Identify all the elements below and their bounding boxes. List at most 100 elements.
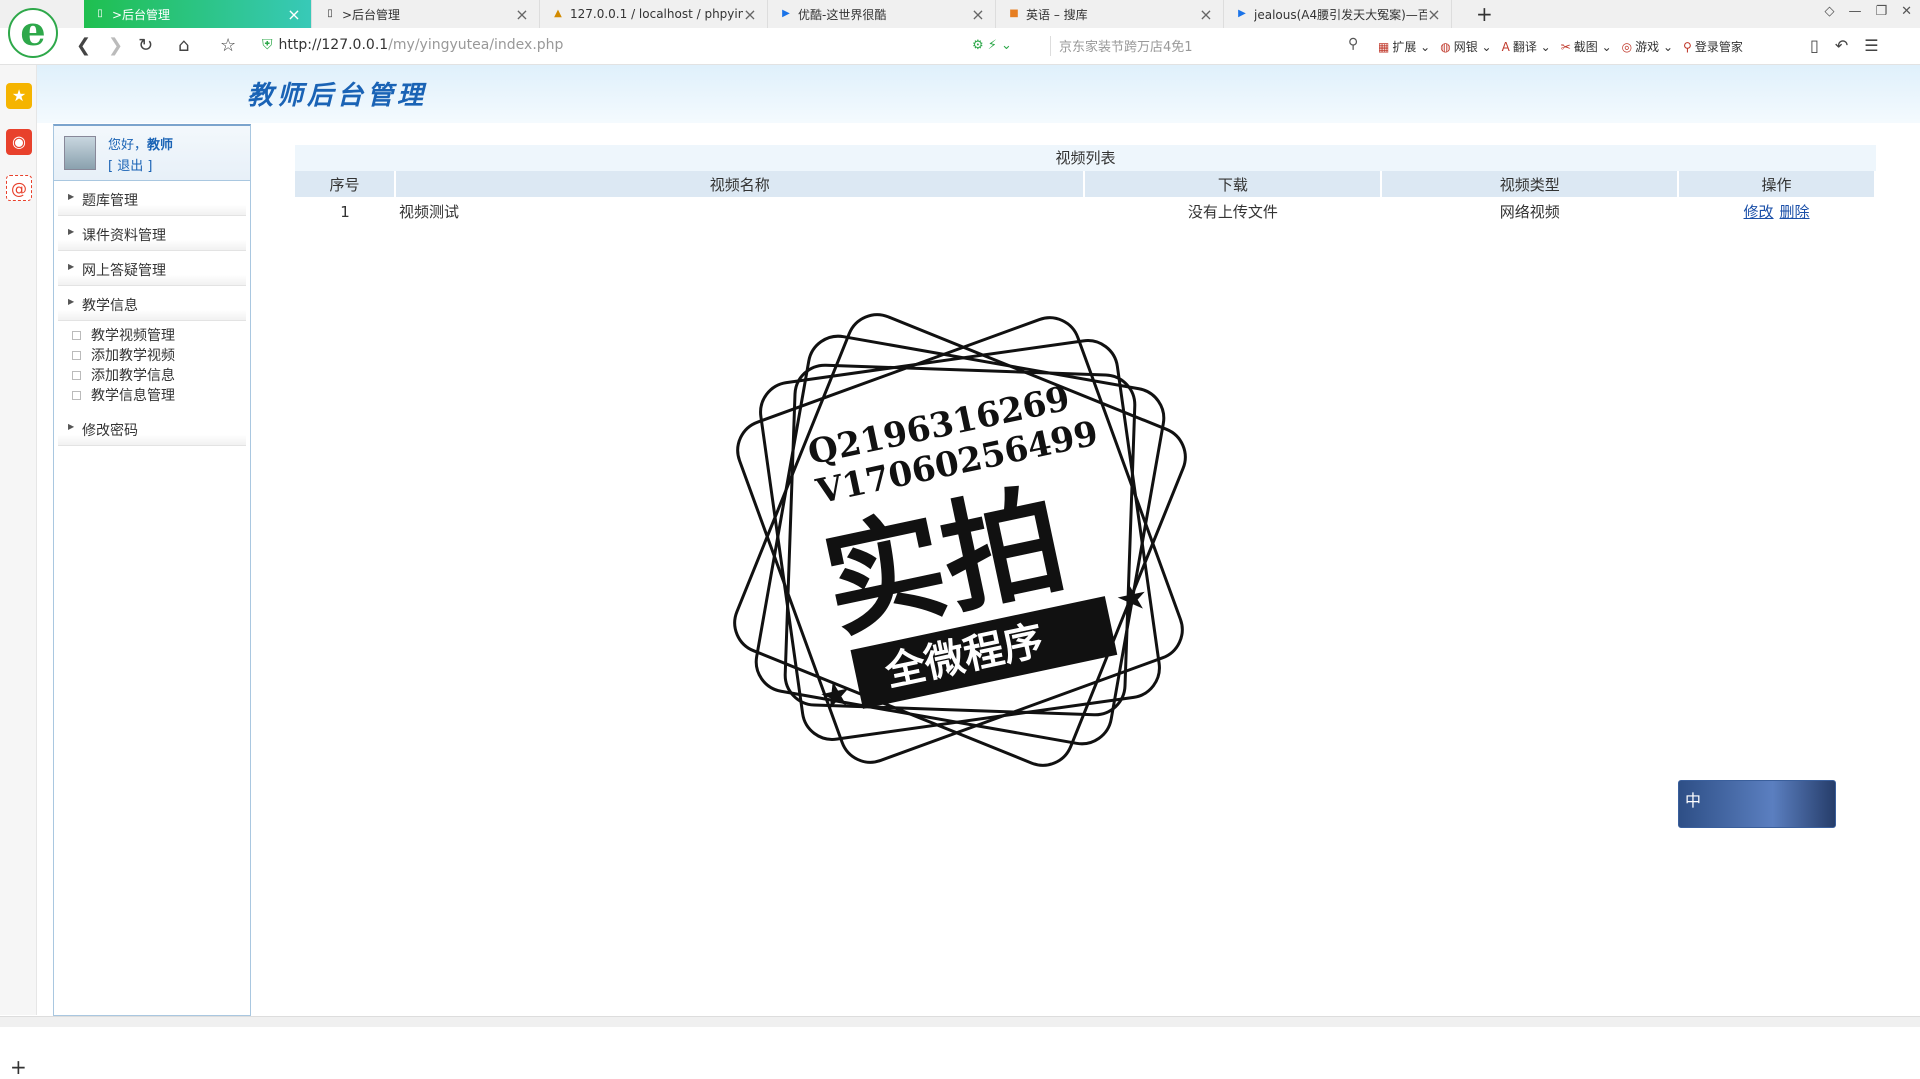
greeting: 您好，教师	[108, 138, 174, 153]
add-icon[interactable]: +	[10, 1055, 27, 1079]
header-no: 序号	[295, 171, 396, 197]
cell-no: 1	[340, 202, 350, 221]
tab-admin-active[interactable]: ▯ >后台管理 ×	[84, 0, 312, 28]
close-window-icon[interactable]: ✕	[1901, 4, 1912, 19]
key-icon: ⚲	[1683, 40, 1692, 54]
home-icon[interactable]: ⌂	[178, 36, 189, 56]
submenu-teaching-info: 教学视频管理 添加教学视频 添加教学信息 教学信息管理	[54, 321, 250, 411]
watermark-stamp: Q2196316269 V17060256499 实拍 全微程序 ★ ★	[733, 313, 1187, 767]
menu-icon[interactable]: ☰	[1864, 36, 1878, 55]
triangle-right-icon: ▶	[68, 227, 75, 236]
close-icon[interactable]: ×	[743, 5, 757, 24]
close-icon[interactable]: ×	[971, 5, 985, 24]
close-icon[interactable]: ×	[515, 5, 529, 24]
new-tab-button[interactable]: +	[1476, 2, 1493, 26]
weibo-icon[interactable]: ◉	[6, 129, 32, 155]
header-banner: 教师后台管理	[37, 65, 1920, 123]
sidebar-item-label: 题库管理	[82, 193, 138, 209]
toolbar-translate[interactable]: A 翻译 ⌄	[1502, 38, 1551, 55]
phpmyadmin-icon: ▲	[554, 8, 562, 19]
tab-phpmyadmin[interactable]: ▲ 127.0.0.1 / localhost / phpying ×	[542, 0, 768, 28]
header-download: 下载	[1084, 171, 1383, 197]
gamepad-icon: ◎	[1621, 40, 1633, 54]
browser-logo[interactable]: e	[8, 8, 58, 58]
bookmark-star-icon[interactable]: ☆	[220, 36, 236, 56]
toolbar-bank[interactable]: ◍ 网银 ⌄	[1440, 38, 1491, 55]
logout-link[interactable]: [ 退出 ]	[108, 155, 152, 174]
toolbar-extensions[interactable]: ▦ 扩展 ⌄	[1378, 38, 1430, 55]
navigation-bar: ❮ ❯ ↻ ⌂ ☆ ⛨ http://127.0.0.1/my/yingyute…	[0, 28, 1920, 65]
undo-icon[interactable]: ↶	[1835, 36, 1848, 55]
header-type: 视频类型	[1381, 171, 1680, 197]
submenu-item-video-manage[interactable]: 教学视频管理	[72, 325, 250, 345]
tab-jealous[interactable]: ▶ jealous(A4腰引发天大冤案)—百 ×	[1226, 0, 1452, 28]
tab-title: 优酷-这世界很酷	[798, 7, 887, 22]
search-icon[interactable]: ⚲	[1348, 36, 1358, 52]
edit-link[interactable]: 修改	[1744, 203, 1774, 221]
sidebar: 您好，教师 [ 退出 ] ▶ 题库管理 ▶ 课件资料管理 ▶ 网上答疑管理 ▶ …	[53, 124, 251, 1016]
star-icon: ★	[1112, 576, 1152, 623]
delete-link[interactable]: 删除	[1780, 203, 1810, 221]
sidebar-item-courseware[interactable]: ▶ 课件资料管理	[58, 216, 246, 251]
sidebar-item-label: 网上答疑管理	[82, 263, 166, 279]
page-icon: ▯	[327, 8, 333, 19]
cell-download: 没有上传文件	[1187, 203, 1278, 221]
restore-icon[interactable]: ❐	[1875, 4, 1887, 19]
play-icon: ▶	[1238, 8, 1246, 19]
close-icon[interactable]: ×	[1199, 5, 1213, 24]
search-input[interactable]: 京东家装节跨万店4免1	[1050, 36, 1379, 56]
url-text[interactable]: http://127.0.0.1/my/yingyutea/index.php	[279, 37, 564, 53]
minimize-icon[interactable]: —	[1848, 4, 1861, 19]
submenu-item-add-video[interactable]: 添加教学视频	[72, 345, 250, 365]
cell-actions: 修改 删除	[1678, 197, 1875, 226]
back-icon[interactable]: ❮	[76, 36, 91, 56]
submenu-item-add-info[interactable]: 添加教学信息	[72, 365, 250, 385]
table-caption: 视频列表	[295, 145, 1876, 171]
bank-icon: ◍	[1440, 40, 1451, 54]
toolbar-games[interactable]: ◎ 游戏 ⌄	[1622, 38, 1673, 55]
tab-title: >后台管理	[342, 7, 401, 22]
triangle-right-icon: ▶	[68, 297, 75, 306]
header-actions: 操作	[1678, 171, 1876, 197]
status-bar	[0, 1016, 1920, 1027]
tab-bar: ▯ >后台管理 × ▯ >后台管理 × ▲ 127.0.0.1 / localh…	[0, 0, 1920, 28]
close-icon[interactable]: ×	[287, 5, 301, 24]
sidebar-item-label: 教学信息	[82, 298, 138, 314]
tab-youku[interactable]: ▶ 优酷-这世界很酷 ×	[770, 0, 996, 28]
cell-name: 视频测试	[398, 203, 459, 221]
table-header-row: 序号 视频名称 下载 视频类型 操作	[295, 171, 1876, 197]
floating-game-widget[interactable]: 中	[1678, 780, 1836, 828]
skin-icon[interactable]: ◇	[1824, 4, 1834, 19]
toolbar-login-manager[interactable]: ⚲ 登录管家	[1683, 38, 1743, 55]
sidebar-item-online-qa[interactable]: ▶ 网上答疑管理	[58, 251, 246, 286]
sidebar-toggle-icon[interactable]: ▯	[1810, 36, 1819, 55]
favorites-star-icon[interactable]: ★	[6, 83, 32, 109]
mail-icon[interactable]: @	[6, 175, 32, 201]
submenu-item-info-manage[interactable]: 教学信息管理	[72, 385, 250, 405]
bullet-icon	[72, 350, 81, 360]
sidebar-item-teaching-info[interactable]: ▶ 教学信息	[58, 286, 246, 321]
browser-side-rail: ★ ◉ @ +	[0, 65, 37, 1079]
triangle-right-icon: ▶	[68, 262, 75, 271]
browser-toolbar: ▦ 扩展 ⌄ ◍ 网银 ⌄ A 翻译 ⌄ ✂ 截图 ⌄ ◎ 游戏 ⌄ ⚲ 登录管家	[1378, 38, 1743, 55]
input-method-indicator: 中	[1685, 791, 1702, 810]
reload-icon[interactable]: ↻	[138, 36, 153, 56]
sidebar-item-change-password[interactable]: ▶ 修改密码	[58, 411, 246, 446]
sidebar-item-label: 课件资料管理	[82, 228, 166, 244]
play-icon: ▶	[782, 8, 790, 19]
bullet-icon	[72, 330, 81, 340]
tab-title: jealous(A4腰引发天大冤案)—百	[1254, 7, 1427, 22]
secure-shield-icon: ⛨	[262, 37, 273, 53]
forward-icon[interactable]: ❯	[108, 36, 123, 56]
toolbar-right: ▯ ↶ ☰	[1810, 36, 1879, 55]
close-icon[interactable]: ×	[1427, 5, 1441, 24]
address-bar[interactable]: ⛨ http://127.0.0.1/my/yingyutea/index.ph…	[262, 32, 1022, 58]
cell-type: 网络视频	[1499, 203, 1560, 221]
tab-soku[interactable]: ■ 英语 – 搜库 ×	[998, 0, 1224, 28]
tab-admin[interactable]: ▯ >后台管理 ×	[314, 0, 540, 28]
video-table: 视频列表 序号 视频名称 下载 视频类型 操作 1 视频测试 没有上传文件 网络…	[295, 145, 1876, 226]
speed-mode-icon[interactable]: ⚙ ⚡ ⌄	[972, 38, 1012, 53]
toolbar-screenshot[interactable]: ✂ 截图 ⌄	[1561, 38, 1612, 55]
sidebar-item-question-bank[interactable]: ▶ 题库管理	[58, 181, 246, 216]
user-panel: 您好，教师 [ 退出 ]	[54, 126, 250, 181]
